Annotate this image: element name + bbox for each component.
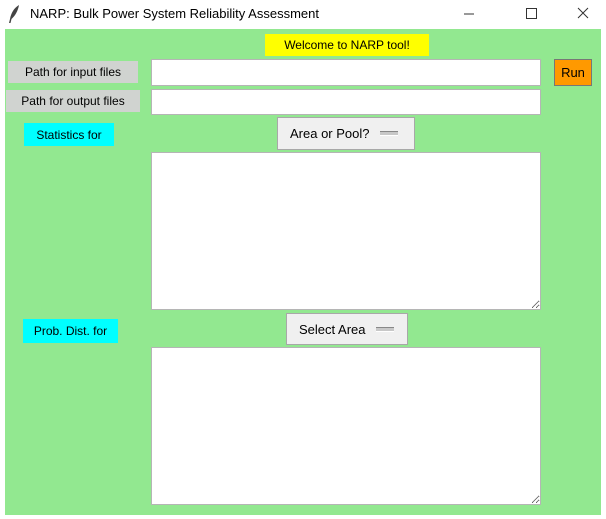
run-button[interactable]: Run xyxy=(554,59,592,86)
input-path-label: Path for input files xyxy=(8,61,138,83)
area-or-pool-menu[interactable]: Area or Pool? xyxy=(277,117,415,150)
minimize-icon xyxy=(464,13,474,15)
select-area-value: Select Area xyxy=(299,321,366,337)
title-bar: NARP: Bulk Power System Reliability Asse… xyxy=(0,0,606,28)
feather-icon xyxy=(9,5,19,23)
select-area-menu[interactable]: Select Area xyxy=(286,313,408,345)
area-or-pool-value: Area or Pool? xyxy=(290,126,370,141)
prob-dist-output-box[interactable] xyxy=(151,347,541,505)
maximize-button[interactable] xyxy=(508,0,554,28)
prob-dist-label: Prob. Dist. for xyxy=(23,319,118,343)
statistics-output-box[interactable] xyxy=(151,152,541,310)
close-button[interactable] xyxy=(560,0,606,28)
menu-indicator-icon xyxy=(375,326,394,332)
minimize-button[interactable] xyxy=(446,0,492,28)
welcome-banner: Welcome to NARP tool! xyxy=(265,34,429,56)
window-title: NARP: Bulk Power System Reliability Asse… xyxy=(30,6,319,21)
statistics-label: Statistics for xyxy=(24,123,114,146)
close-icon xyxy=(577,7,589,19)
input-path-field[interactable] xyxy=(151,59,541,86)
menu-indicator-icon xyxy=(379,131,398,136)
main-panel: Welcome to NARP tool! Path for input fil… xyxy=(5,29,601,515)
output-path-field[interactable] xyxy=(151,89,541,115)
maximize-icon xyxy=(526,8,537,19)
output-path-label: Path for output files xyxy=(6,90,140,112)
